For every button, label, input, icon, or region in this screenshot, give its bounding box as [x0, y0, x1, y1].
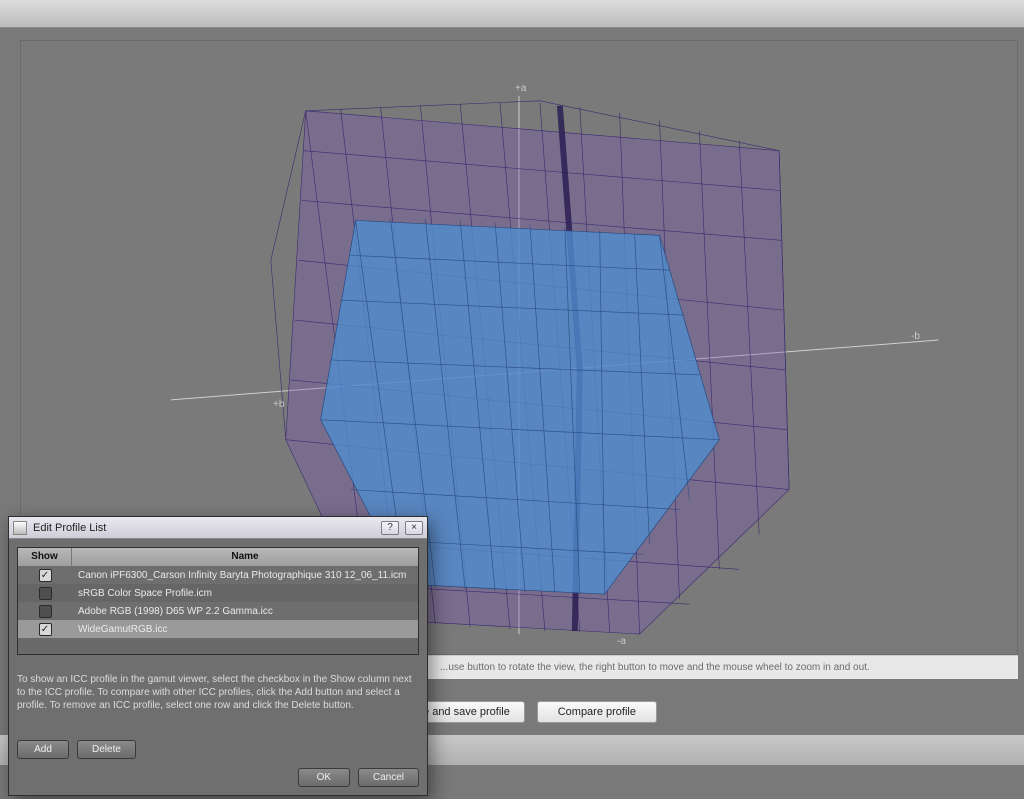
- dialog-help-text: To show an ICC profile in the gamut view…: [17, 673, 419, 712]
- show-checkbox[interactable]: [39, 587, 52, 600]
- col-show[interactable]: Show: [18, 548, 72, 566]
- table-row[interactable]: ✓ WideGamutRGB.icc: [18, 620, 418, 638]
- close-button[interactable]: ×: [405, 521, 423, 535]
- dialog-titlebar[interactable]: Edit Profile List ? ×: [9, 517, 427, 539]
- table-row[interactable]: Adobe RGB (1998) D65 WP 2.2 Gamma.icc: [18, 602, 418, 620]
- axis-label-plus-b: +b: [273, 399, 284, 410]
- app-toolbar: [0, 0, 1024, 28]
- compare-profile-button[interactable]: Compare profile: [537, 701, 657, 723]
- add-button[interactable]: Add: [17, 740, 69, 759]
- table-row[interactable]: sRGB Color Space Profile.icm: [18, 584, 418, 602]
- profile-name: Canon iPF6300_Carson Infinity Baryta Pho…: [72, 570, 418, 581]
- profile-name: Adobe RGB (1998) D65 WP 2.2 Gamma.icc: [72, 606, 418, 617]
- profile-name: WideGamutRGB.icc: [72, 624, 418, 635]
- edit-profile-list-dialog: Edit Profile List ? × Show Name ✓ Canon i…: [8, 516, 428, 796]
- axis-label-plus-a: +a: [515, 83, 526, 94]
- table-body: ✓ Canon iPF6300_Carson Infinity Baryta Ph…: [18, 566, 418, 654]
- col-name[interactable]: Name: [72, 548, 418, 566]
- help-button[interactable]: ?: [381, 521, 399, 535]
- table-header: Show Name: [18, 548, 418, 566]
- ok-button[interactable]: OK: [298, 768, 350, 787]
- app-icon: [13, 521, 27, 535]
- profile-table: Show Name ✓ Canon iPF6300_Carson Infinity…: [17, 547, 419, 655]
- show-checkbox[interactable]: ✓: [39, 623, 52, 636]
- delete-button[interactable]: Delete: [77, 740, 136, 759]
- show-checkbox[interactable]: [39, 605, 52, 618]
- table-row[interactable]: ✓ Canon iPF6300_Carson Infinity Baryta Ph…: [18, 566, 418, 584]
- viewer-hint-text: ...use button to rotate the view, the ri…: [440, 662, 870, 673]
- app-root: +a -a +b -b ...use button to rotate the …: [0, 0, 1024, 799]
- axis-label-minus-a: -a: [617, 636, 626, 647]
- cancel-button[interactable]: Cancel: [358, 768, 419, 787]
- axis-label-minus-b: -b: [911, 331, 920, 342]
- dialog-title: Edit Profile List: [33, 522, 375, 534]
- profile-name: sRGB Color Space Profile.icm: [72, 588, 418, 599]
- show-checkbox[interactable]: ✓: [39, 569, 52, 582]
